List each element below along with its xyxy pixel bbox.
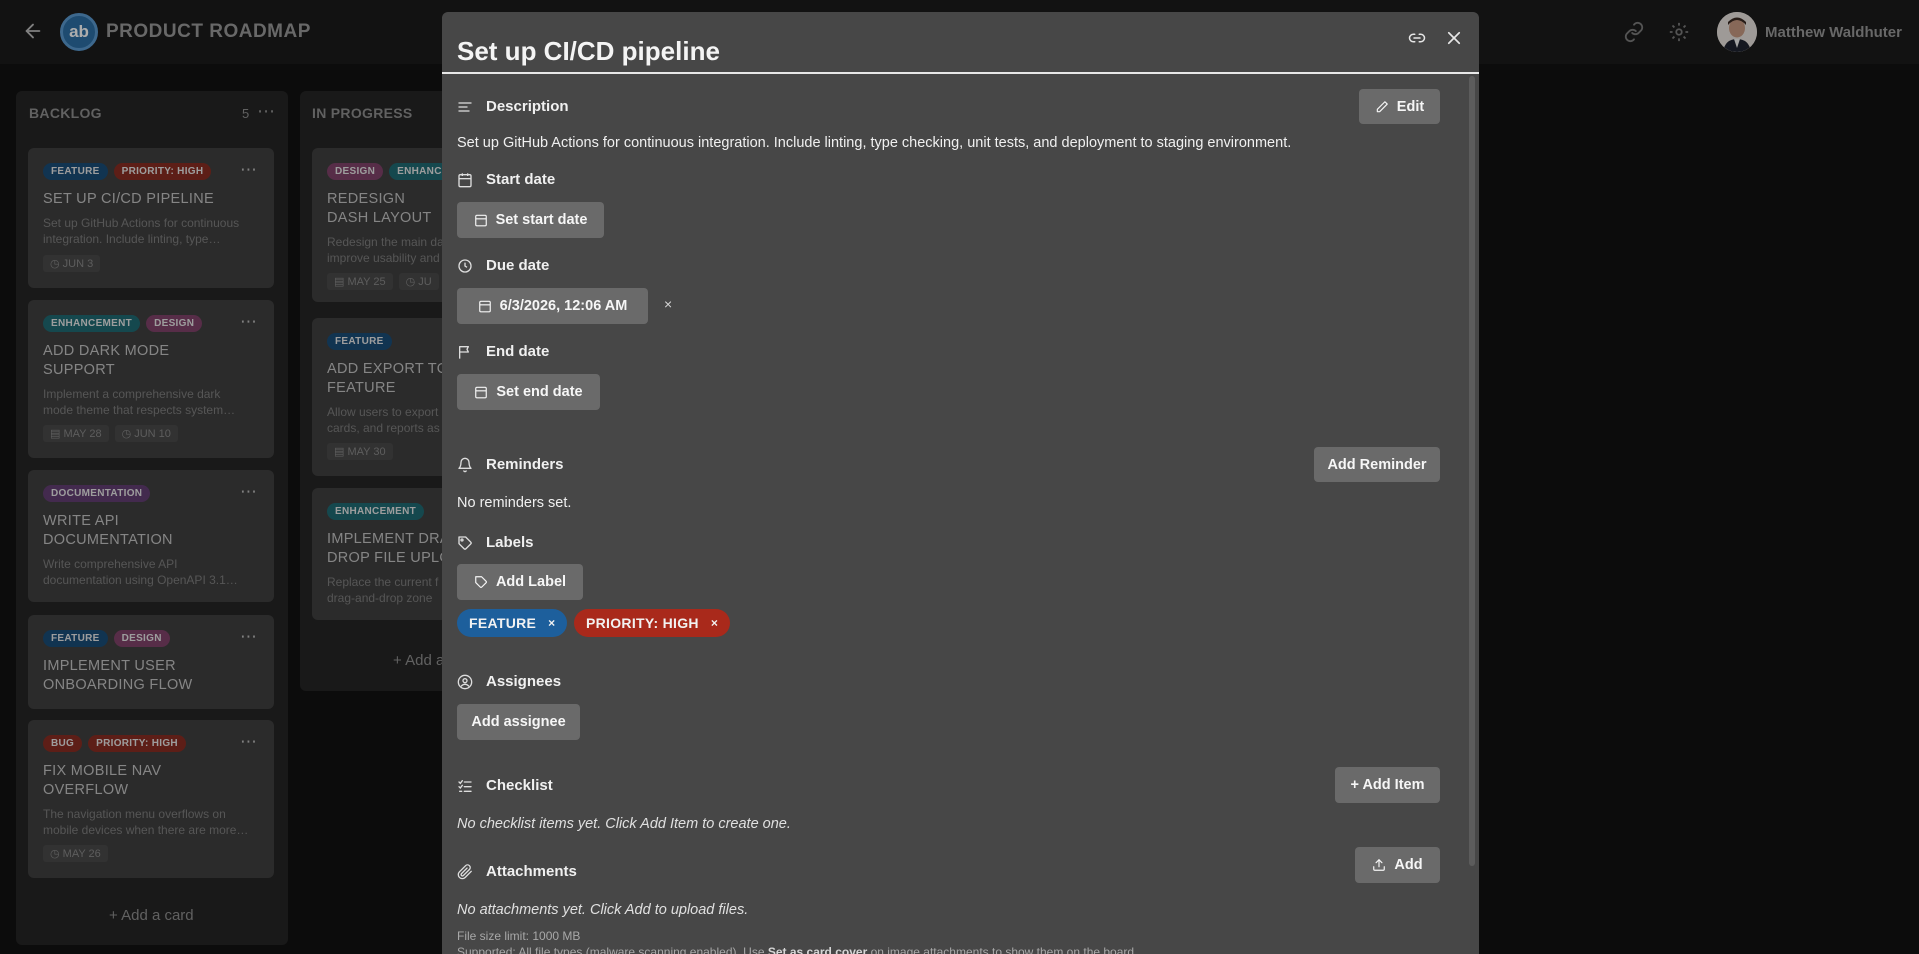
calendar-icon <box>474 214 487 227</box>
file-size-limit-text: File size limit: 1000 MB <box>457 929 581 943</box>
paperclip-icon <box>457 864 472 880</box>
copy-link-icon[interactable] <box>1408 29 1426 47</box>
card-detail-modal: Set up CI/CD pipeline Description Edit S… <box>442 12 1479 954</box>
description-icon <box>458 102 472 112</box>
label-chip-text: PRIORITY: HIGH <box>586 615 699 631</box>
add-reminder-button[interactable]: Add Reminder <box>1314 447 1440 482</box>
close-icon[interactable] <box>1445 29 1463 47</box>
calendar-icon <box>458 173 472 188</box>
tag-icon <box>475 576 487 588</box>
calendar-icon <box>478 300 491 313</box>
add-assignee-label: Add assignee <box>471 714 566 730</box>
edit-description-button[interactable]: Edit <box>1359 89 1440 124</box>
clear-due-date-button[interactable]: × <box>664 296 672 312</box>
user-circle-icon <box>457 674 473 690</box>
tag-icon <box>458 536 472 550</box>
add-assignee-button[interactable]: Add assignee <box>457 704 580 740</box>
reminders-empty-text: No reminders set. <box>457 495 572 511</box>
supported-files-text: Supported: All file types (malware scann… <box>457 945 1138 954</box>
description-text: Set up GitHub Actions for continuous int… <box>457 135 1292 151</box>
remove-label-button[interactable]: × <box>548 616 555 630</box>
add-checklist-item-button[interactable]: + Add Item <box>1335 767 1440 803</box>
assignees-heading: Assignees <box>486 673 562 690</box>
attachments-empty-text: No attachments yet. Click Add to upload … <box>457 902 749 918</box>
add-reminder-label: Add Reminder <box>1327 456 1427 473</box>
checklist-icon <box>458 780 472 792</box>
set-end-date-button[interactable]: Set end date <box>457 374 600 410</box>
add-attachment-button[interactable]: Add <box>1355 847 1440 883</box>
edit-label: Edit <box>1396 98 1425 115</box>
add-attachment-label: Add <box>1394 857 1423 873</box>
start-date-heading: Start date <box>486 171 556 188</box>
reminders-heading: Reminders <box>486 456 564 473</box>
checklist-empty-text: No checklist items yet. Click Add Item t… <box>457 816 791 832</box>
label-chip-text: FEATURE <box>469 615 537 631</box>
add-label-button[interactable]: Add Label <box>457 564 583 600</box>
modal-divider <box>442 72 1479 74</box>
pencil-icon <box>1376 100 1388 112</box>
end-date-heading: End date <box>486 343 550 360</box>
due-date-value: 6/3/2026, 12:06 AM <box>499 298 628 314</box>
set-start-date-button[interactable]: Set start date <box>457 202 604 238</box>
due-date-heading: Due date <box>486 257 550 274</box>
calendar-icon <box>475 386 488 399</box>
due-date-button[interactable]: 6/3/2026, 12:06 AM <box>457 288 648 324</box>
checklist-heading: Checklist <box>486 777 553 794</box>
add-item-label: + Add Item <box>1350 777 1425 793</box>
set-start-date-label: Set start date <box>495 212 588 228</box>
labels-heading: Labels <box>486 534 534 551</box>
flag-icon <box>459 346 469 359</box>
description-heading: Description <box>486 98 569 115</box>
modal-scrollbar[interactable] <box>1469 76 1475 866</box>
modal-title[interactable]: Set up CI/CD pipeline <box>457 36 720 67</box>
remove-label-button[interactable]: × <box>711 616 718 630</box>
bell-icon <box>458 457 472 473</box>
label-chip-feature: FEATURE × <box>457 609 568 637</box>
attachments-heading: Attachments <box>486 863 577 880</box>
add-label-label: Add Label <box>495 574 567 590</box>
upload-icon <box>1373 859 1386 871</box>
label-chip-priority-high: PRIORITY: HIGH × <box>574 609 731 637</box>
set-end-date-label: Set end date <box>496 384 583 400</box>
clock-icon <box>458 259 472 273</box>
